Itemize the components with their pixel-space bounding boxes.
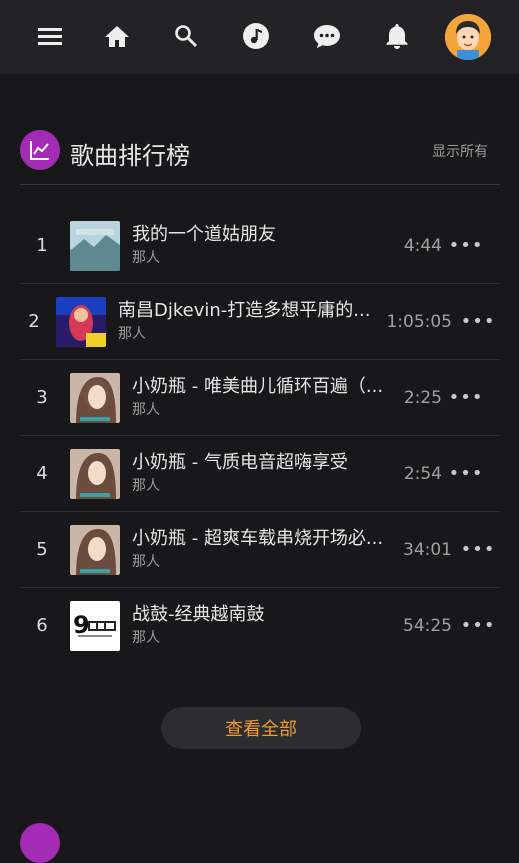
song-cover xyxy=(56,297,106,347)
chat-icon[interactable] xyxy=(313,22,341,50)
song-duration: 2:54 xyxy=(403,464,442,484)
song-artist[interactable]: 那人 xyxy=(132,247,160,267)
song-row[interactable]: 6 9 战鼓-经典越南鼓 那人 54:25 ••• xyxy=(20,588,500,663)
song-rank: 5 xyxy=(36,539,48,560)
song-rank: 2 xyxy=(28,311,40,332)
music-icon[interactable] xyxy=(242,22,270,50)
chart-line-icon xyxy=(20,130,60,170)
section-header: 歌曲排行榜 显示所有 xyxy=(20,128,500,185)
song-list: 1 我的一个道姑朋友 那人 4:44 ••• 2 南昌Djkevin-打造多想平… xyxy=(20,208,500,663)
show-all-link[interactable]: 显示所有 xyxy=(432,141,488,161)
song-duration: 54:25 xyxy=(403,616,452,636)
song-row[interactable]: 1 我的一个道姑朋友 那人 4:44 ••• xyxy=(20,208,500,284)
song-rank: 1 xyxy=(36,235,48,256)
song-artist[interactable]: 那人 xyxy=(118,323,146,343)
song-title: 小奶瓶 - 超爽车载串烧开场必... xyxy=(132,528,384,549)
song-cover xyxy=(70,525,120,575)
song-cover xyxy=(70,449,120,499)
song-rank: 6 xyxy=(36,615,48,636)
avatar[interactable] xyxy=(445,14,491,60)
more-options-icon[interactable]: ••• xyxy=(449,234,483,256)
top-nav-bar xyxy=(0,0,519,74)
song-title: 小奶瓶 - 气质电音超嗨享受 xyxy=(132,452,348,473)
song-title: 南昌Djkevin-打造多想平庸的... xyxy=(118,300,371,321)
more-options-icon[interactable]: ••• xyxy=(461,310,495,332)
song-title: 我的一个道姑朋友 xyxy=(132,224,276,245)
song-duration: 4:44 xyxy=(403,236,442,256)
song-artist[interactable]: 那人 xyxy=(132,627,160,647)
song-row[interactable]: 2 南昌Djkevin-打造多想平庸的... 那人 1:05:05 ••• xyxy=(20,284,500,360)
song-artist[interactable]: 那人 xyxy=(132,551,160,571)
search-icon[interactable] xyxy=(172,22,200,50)
song-cover xyxy=(70,373,120,423)
song-duration: 2:25 xyxy=(403,388,442,408)
bell-icon[interactable] xyxy=(383,22,411,50)
more-options-icon[interactable]: ••• xyxy=(449,462,483,484)
view-all-button[interactable]: 查看全部 xyxy=(161,707,361,749)
song-rank: 3 xyxy=(36,387,48,408)
next-section-icon xyxy=(20,823,60,863)
menu-icon[interactable] xyxy=(36,22,64,50)
home-icon[interactable] xyxy=(103,22,131,50)
song-row[interactable]: 5 小奶瓶 - 超爽车载串烧开场必... 那人 34:01 ••• xyxy=(20,512,500,588)
song-artist[interactable]: 那人 xyxy=(132,475,160,495)
svg-text:9: 9 xyxy=(73,611,90,639)
more-options-icon[interactable]: ••• xyxy=(461,614,495,636)
song-title: 小奶瓶 - 唯美曲儿循环百遍（... xyxy=(132,376,384,397)
song-duration: 1:05:05 xyxy=(386,312,452,332)
song-cover xyxy=(70,221,120,271)
song-artist[interactable]: 那人 xyxy=(132,399,160,419)
song-row[interactable]: 3 小奶瓶 - 唯美曲儿循环百遍（... 那人 2:25 ••• xyxy=(20,360,500,436)
song-rank: 4 xyxy=(36,463,48,484)
song-row[interactable]: 4 小奶瓶 - 气质电音超嗨享受 那人 2:54 ••• xyxy=(20,436,500,512)
section-title: 歌曲排行榜 xyxy=(70,142,190,170)
song-duration: 34:01 xyxy=(403,540,452,560)
song-title: 战鼓-经典越南鼓 xyxy=(132,604,265,625)
more-options-icon[interactable]: ••• xyxy=(461,538,495,560)
song-cover: 9 xyxy=(70,601,120,651)
more-options-icon[interactable]: ••• xyxy=(449,386,483,408)
